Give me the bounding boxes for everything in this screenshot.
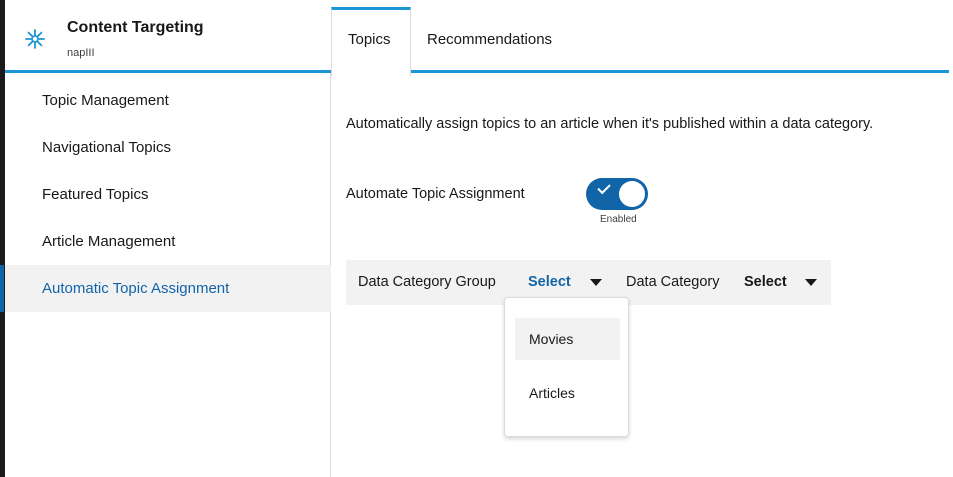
toggle-state-label: Enabled	[600, 214, 637, 225]
automate-topic-assignment-toggle[interactable]	[586, 178, 648, 210]
sidebar-item-automatic-topic-assignment[interactable]: Automatic Topic Assignment	[0, 265, 331, 312]
main-panel: Topics Recommendations Automatically ass…	[331, 7, 953, 477]
chevron-down-icon[interactable]	[590, 279, 602, 286]
sidebar-item-featured-topics[interactable]: Featured Topics	[5, 171, 331, 218]
tab-topics[interactable]: Topics	[331, 7, 411, 76]
data-category-group-dropdown: Movies Articles	[504, 297, 629, 437]
dropdown-option-articles[interactable]: Articles	[515, 372, 620, 414]
sidebar-nav: Topic Management Navigational Topics Fea…	[0, 77, 331, 312]
app-subtitle: napIII	[67, 47, 95, 59]
sidebar-header: Content Targeting napIII	[5, 7, 331, 73]
sidebar-item-article-management[interactable]: Article Management	[5, 218, 331, 265]
description-text: Automatically assign topics to an articl…	[346, 116, 874, 132]
network-star-icon	[23, 27, 47, 51]
tab-recommendations[interactable]: Recommendations	[411, 7, 568, 73]
sidebar-item-navigational-topics[interactable]: Navigational Topics	[5, 124, 331, 171]
app-title: Content Targeting	[67, 19, 204, 36]
app-window: Content Targeting napIII Topic Managemen…	[0, 0, 953, 477]
dropdown-option-movies[interactable]: Movies	[515, 318, 620, 360]
chevron-down-icon[interactable]	[805, 279, 817, 286]
check-icon	[597, 180, 611, 195]
data-category-select[interactable]: Select	[744, 260, 787, 305]
tab-bar: Topics Recommendations	[331, 7, 953, 76]
data-category-label: Data Category	[626, 274, 720, 290]
sidebar-item-topic-management[interactable]: Topic Management	[5, 77, 331, 124]
sidebar: Content Targeting napIII Topic Managemen…	[0, 7, 331, 477]
window-edge-right	[949, 0, 953, 477]
toggle-knob	[619, 181, 645, 207]
toggle-label: Automate Topic Assignment	[346, 186, 525, 202]
data-category-group-label: Data Category Group	[358, 274, 496, 290]
